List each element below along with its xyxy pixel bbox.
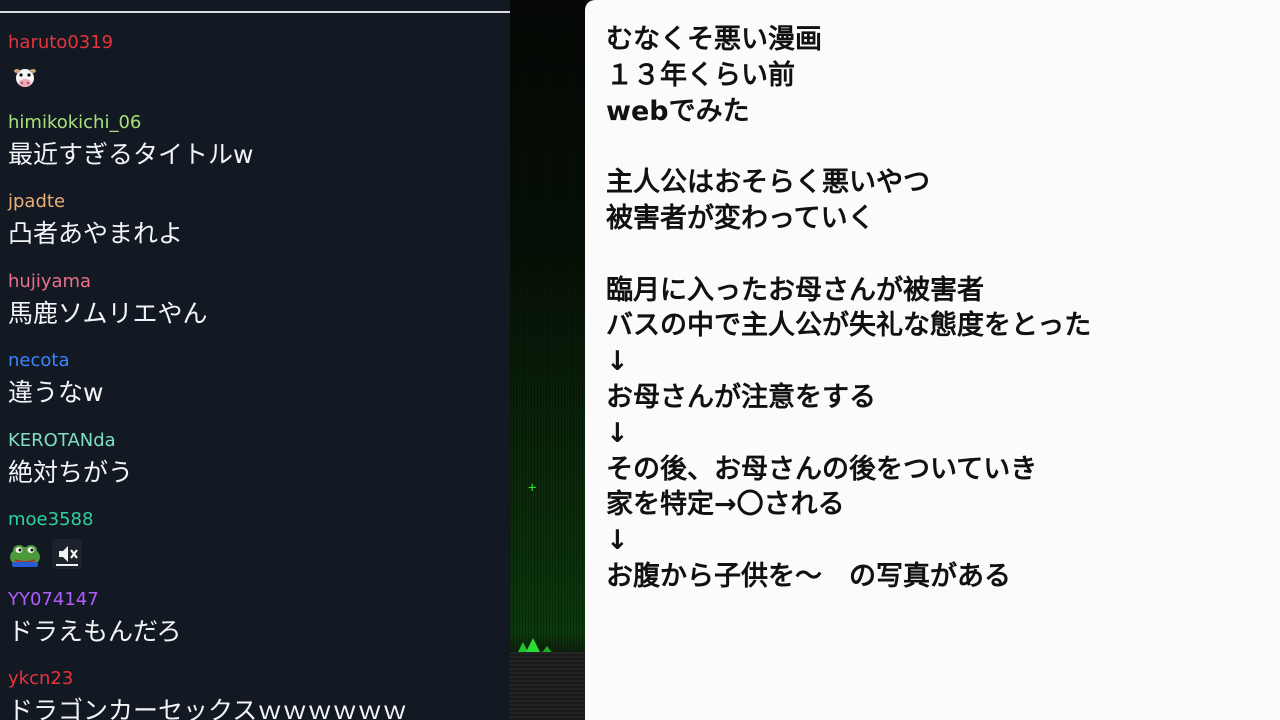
note-arrow: ↓ [606,525,629,557]
chat-message: necota 違うなw [8,350,503,430]
chat-message-text: 違うなw [8,378,104,407]
chat-message: jpadte 凸者あやまれよ [8,191,503,271]
notes-panel: むなくそ悪い漫画 １３年くらい前 webでみた 主人公はおそらく悪いやつ 被害者… [585,0,1280,720]
game-view: + [510,0,585,720]
chat-message: YY074147 ドラえもんだろ [8,589,503,669]
emote-row [8,60,503,94]
note-line-blank [606,129,1266,165]
chat-message-text: 絶対ちがう [8,457,134,487]
note-line: webでみた [606,95,750,127]
chat-username[interactable]: ykcn23 [8,668,503,690]
cow-emote-icon [8,62,42,92]
note-line: むなくそ悪い漫画 [606,24,822,55]
chat-message: KEROTANda 絶対ちがう [8,430,503,510]
chat-message: moe3588 [8,509,503,589]
note-line-blank [606,237,1266,273]
note-line: その後、お母さんの後をついていき [606,453,1038,485]
note-arrow: ↓ [606,346,629,378]
note-line: 主人公はおそらく悪いやつ [606,167,930,199]
chat-username[interactable]: himikokichi_06 [8,112,503,134]
note-line: お腹から子供を～ の写真がある [606,560,1011,592]
chat-message: haruto0319 [8,32,503,112]
notes-text-block: むなくそ悪い漫画 １３年くらい前 webでみた 主人公はおそらく悪いやつ 被害者… [606,22,1266,595]
chat-message-text: 馬鹿ソムリエやん [8,298,208,328]
chat-message-text: ドラえもんだろ [8,616,182,646]
chat-message: ykcn23 ドラゴンカーセックスｗｗｗｗｗｗ [8,668,503,720]
chat-message: hujiyama 馬鹿ソムリエやん [8,271,503,351]
chat-username[interactable]: YY074147 [8,589,503,611]
emote-row [8,537,503,571]
chat-divider [0,11,510,13]
chat-message-text: 凸者あやまれよ [8,219,184,248]
note-line: お母さんが注意をする [606,381,876,413]
chat-message-text: 最近すぎるタイトルw [8,139,254,169]
stream-layout: haruto0319 himikokichi_06 最近すぎるタイトルw jpa… [0,0,1280,720]
note-line: 臨月に入ったお母さんが被害者 [606,274,984,306]
chat-username[interactable]: hujiyama [8,271,503,293]
note-line: 被害者が変わっていく [606,202,875,234]
mute-icon [50,539,84,569]
note-line: 家を特定→〇される [606,489,845,521]
game-ground [510,652,585,720]
chat-message-list[interactable]: haruto0319 himikokichi_06 最近すぎるタイトルw jpa… [8,32,503,720]
note-line: バスの中で主人公が失礼な態度をとった [606,310,1092,342]
frog-emote-icon [8,539,42,569]
chat-username[interactable]: haruto0319 [8,32,503,54]
game-marker: + [528,480,537,496]
chat-username[interactable]: moe3588 [8,509,503,531]
chat-username[interactable]: KEROTANda [8,430,503,452]
note-arrow: ↓ [606,417,629,449]
chat-username[interactable]: jpadte [8,191,503,213]
chat-username[interactable]: necota [8,350,503,372]
scanline-overlay [510,0,585,720]
note-line: １３年くらい前 [606,59,795,91]
chat-message-text: ドラゴンカーセックスｗｗｗｗｗｗ [8,696,408,720]
chat-panel: haruto0319 himikokichi_06 最近すぎるタイトルw jpa… [0,0,510,720]
chat-message: himikokichi_06 最近すぎるタイトルw [8,112,503,192]
